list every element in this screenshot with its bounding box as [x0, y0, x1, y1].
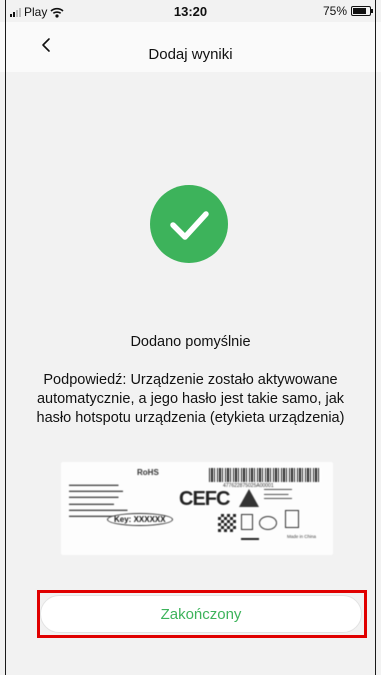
qr-code-icon — [218, 514, 236, 532]
ce-fc-logo: CEFC — [179, 488, 230, 510]
main-content: Dodano pomyślnie Podpowiedź: Urządzenie … — [6, 72, 375, 675]
right-frame-line — [375, 0, 376, 675]
recycle-bin-icon — [241, 514, 253, 530]
finish-button[interactable]: Zakończony — [40, 595, 362, 633]
success-message: Dodano pomyślnie — [130, 334, 251, 350]
status-bar: Play 13:20 75% — [0, 0, 381, 22]
certification-icon — [259, 516, 277, 530]
barcode-icon — [209, 468, 321, 482]
page-title: Dodaj wyniki — [148, 46, 233, 63]
package-icon — [285, 510, 299, 528]
rohs-logo: RoHS — [137, 468, 159, 477]
hint-text: Podpowiedź: Urządzenie zostało aktywowan… — [36, 372, 345, 426]
made-in-text: Made in China — [287, 534, 317, 539]
label-divider — [241, 538, 259, 540]
battery-percent: 75% — [322, 4, 347, 18]
status-right: 75% — [322, 4, 373, 18]
label-key-text: Key: XXXXXX — [107, 513, 173, 526]
nav-bar: Dodaj wyniki — [0, 22, 381, 72]
battery-icon — [351, 6, 373, 16]
checkmark-circle-icon — [150, 185, 228, 263]
device-label-image: ▬▬▬▬▬▬▬▬▬▬▬ ▬▬▬▬▬▬▬▬▬▬▬▬ ▬▬▬▬▬▬▬▬▬▬▬ ▬▬▬▬▬▬… — [61, 462, 333, 555]
label-specs: ▬▬▬▬▬▬▬▬ ▬▬▬▬▬▬▬ ▬▬▬▬▬▬▬▬ — [264, 487, 292, 500]
warning-triangle-icon — [239, 489, 259, 507]
